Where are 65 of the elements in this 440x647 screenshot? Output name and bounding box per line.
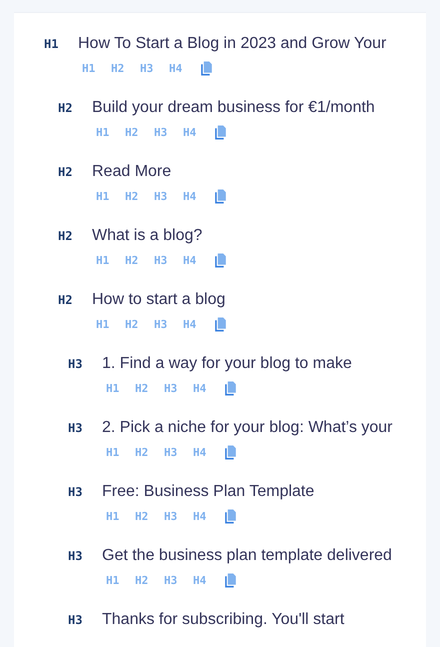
heading-level-button[interactable]: H3 bbox=[154, 318, 173, 331]
heading-level-button[interactable]: H1 bbox=[96, 126, 115, 139]
heading-level-label: H3 bbox=[68, 421, 84, 435]
heading-level-label: H2 bbox=[58, 293, 74, 307]
heading-title: What is a blog? bbox=[92, 227, 202, 245]
copy-icon[interactable] bbox=[214, 125, 227, 140]
heading-level-button[interactable]: H3 bbox=[154, 254, 173, 267]
heading-title: Build your dream business for €1/month bbox=[92, 99, 375, 117]
copy-icon[interactable] bbox=[214, 253, 227, 268]
copy-icon[interactable] bbox=[224, 381, 237, 396]
heading-level-button[interactable]: H2 bbox=[135, 574, 154, 587]
heading-level-button[interactable]: H2 bbox=[111, 62, 130, 75]
heading-level-button[interactable]: H1 bbox=[96, 254, 115, 267]
heading-title: How To Start a Blog in 2023 and Grow Your bbox=[78, 35, 386, 53]
heading-title: Thanks for subscribing. You'll start bbox=[102, 611, 344, 629]
heading-level-label: H2 bbox=[58, 229, 74, 243]
heading-level-button[interactable]: H3 bbox=[164, 382, 183, 395]
heading-level-button[interactable]: H4 bbox=[193, 574, 212, 587]
heading-level-label: H3 bbox=[68, 549, 84, 563]
heading-level-label: H3 bbox=[68, 613, 84, 627]
heading-level-button[interactable]: H3 bbox=[154, 190, 173, 203]
heading-title: 1. Find a way for your blog to make bbox=[102, 355, 352, 373]
heading-level-button[interactable]: H1 bbox=[106, 510, 125, 523]
heading-level-button[interactable]: H3 bbox=[164, 574, 183, 587]
heading-level-button[interactable]: H4 bbox=[183, 318, 202, 331]
heading-level-button[interactable]: H2 bbox=[135, 446, 154, 459]
heading-level-button[interactable]: H2 bbox=[125, 190, 144, 203]
copy-icon[interactable] bbox=[214, 317, 227, 332]
copy-icon[interactable] bbox=[224, 509, 237, 524]
heading-level-button[interactable]: H2 bbox=[135, 382, 154, 395]
heading-level-button[interactable]: H3 bbox=[140, 62, 159, 75]
copy-icon[interactable] bbox=[200, 61, 213, 76]
heading-level-button[interactable]: H1 bbox=[82, 62, 101, 75]
heading-level-button[interactable]: H4 bbox=[193, 510, 212, 523]
heading-level-label: H1 bbox=[44, 37, 60, 51]
heading-level-label: H3 bbox=[68, 485, 84, 499]
heading-level-button[interactable]: H4 bbox=[193, 446, 212, 459]
heading-level-button[interactable]: H3 bbox=[154, 126, 173, 139]
heading-level-button[interactable]: H2 bbox=[125, 254, 144, 267]
heading-level-button[interactable]: H4 bbox=[193, 382, 212, 395]
heading-level-label: H3 bbox=[68, 357, 84, 371]
heading-level-button[interactable]: H1 bbox=[106, 574, 125, 587]
heading-title: 2. Pick a niche for your blog: What’s your bbox=[102, 419, 393, 437]
heading-title: Free: Business Plan Template bbox=[102, 483, 314, 501]
heading-level-button[interactable]: H3 bbox=[164, 446, 183, 459]
heading-title: Read More bbox=[92, 163, 172, 181]
heading-level-button[interactable]: H1 bbox=[106, 382, 125, 395]
heading-level-button[interactable]: H4 bbox=[183, 190, 202, 203]
copy-icon[interactable] bbox=[224, 445, 237, 460]
copy-icon[interactable] bbox=[224, 573, 237, 588]
heading-title: How to start a blog bbox=[92, 291, 226, 309]
heading-level-button[interactable]: H4 bbox=[169, 62, 188, 75]
heading-level-button[interactable]: H1 bbox=[96, 318, 115, 331]
heading-level-button[interactable]: H4 bbox=[183, 126, 202, 139]
heading-level-button[interactable]: H1 bbox=[106, 446, 125, 459]
heading-level-label: H2 bbox=[58, 165, 74, 179]
heading-level-button[interactable]: H3 bbox=[164, 510, 183, 523]
copy-icon[interactable] bbox=[214, 189, 227, 204]
heading-level-button[interactable]: H1 bbox=[96, 190, 115, 203]
heading-level-button[interactable]: H2 bbox=[125, 126, 144, 139]
heading-title: Get the business plan template delivered bbox=[102, 547, 392, 565]
heading-level-button[interactable]: H2 bbox=[135, 510, 154, 523]
heading-level-button[interactable]: H4 bbox=[183, 254, 202, 267]
heading-level-button[interactable]: H2 bbox=[125, 318, 144, 331]
heading-level-label: H2 bbox=[58, 101, 74, 115]
